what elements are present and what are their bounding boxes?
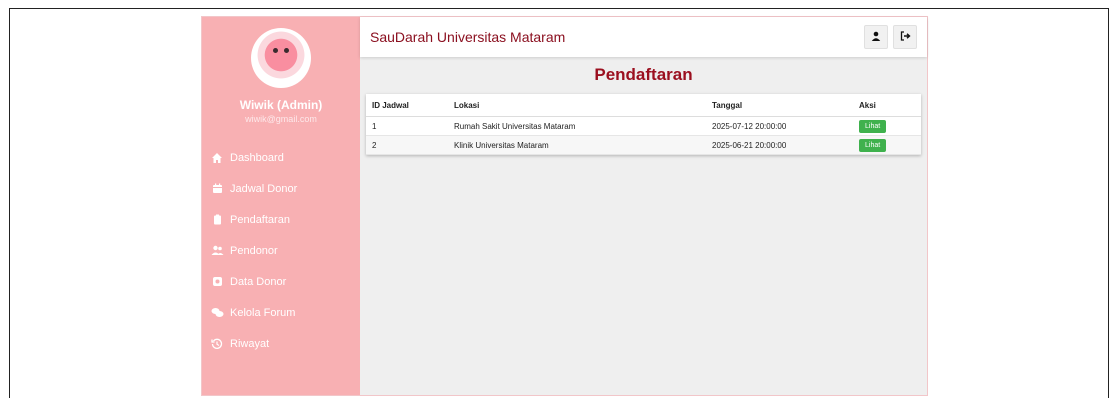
sidebar-item-label: Dashboard	[230, 151, 284, 164]
history-icon	[210, 337, 224, 351]
sidebar-item-data-donor[interactable]: Data Donor	[202, 266, 360, 297]
app-title: SauDarah Universitas Mataram	[370, 29, 566, 45]
home-icon	[210, 151, 224, 165]
col-header-tanggal: Tanggal	[706, 94, 853, 117]
col-header-lokasi: Lokasi	[448, 94, 706, 117]
cell-tanggal: 2025-07-12 20:00:00	[706, 116, 853, 136]
content: Pendaftaran ID Jadwal Lokasi Tanggal Aks…	[360, 57, 927, 155]
table-header-row: ID Jadwal Lokasi Tanggal Aksi	[366, 94, 921, 117]
main-area: SauDarah Universitas Mataram Pendaftaran…	[360, 17, 927, 395]
lihat-button[interactable]: Lihat	[859, 138, 887, 152]
database-icon	[210, 275, 224, 289]
sidebar-item-pendaftaran[interactable]: Pendaftaran	[202, 204, 360, 235]
cell-lokasi: Rumah Sakit Universitas Mataram	[448, 116, 706, 136]
sidebar-item-pendonor[interactable]: Pendonor	[202, 235, 360, 266]
lihat-button[interactable]: Lihat	[859, 119, 887, 133]
topbar: SauDarah Universitas Mataram	[360, 17, 927, 57]
user-name: Wiwik (Admin)	[239, 98, 323, 112]
calendar-icon	[210, 182, 224, 196]
schedule-table: ID Jadwal Lokasi Tanggal Aksi 1 Rumah Sa…	[366, 94, 921, 155]
logout-icon	[900, 28, 911, 46]
app-window: Wiwik (Admin) wiwik@gmail.com Dashboard …	[201, 16, 928, 396]
avatar	[251, 28, 311, 88]
sidebar-item-label: Pendonor	[230, 244, 278, 257]
cell-lokasi: Klinik Universitas Mataram	[448, 135, 706, 155]
col-header-id: ID Jadwal	[366, 94, 448, 117]
sidebar: Wiwik (Admin) wiwik@gmail.com Dashboard …	[202, 17, 360, 395]
sidebar-item-kelola-forum[interactable]: Kelola Forum	[202, 297, 360, 328]
profile-button[interactable]	[864, 25, 888, 49]
cell-aksi: Lihat	[853, 135, 921, 155]
forum-icon	[210, 306, 224, 320]
col-header-aksi: Aksi	[853, 94, 921, 117]
sidebar-item-dashboard[interactable]: Dashboard	[202, 142, 360, 173]
table-row: 1 Rumah Sakit Universitas Mataram 2025-0…	[366, 116, 921, 136]
sidebar-item-label: Kelola Forum	[230, 306, 296, 319]
clipboard-icon	[210, 213, 224, 227]
sidebar-item-label: Riwayat	[230, 337, 270, 350]
logout-button[interactable]	[893, 25, 917, 49]
sidebar-nav: Dashboard Jadwal Donor Pendaftaran Pendo…	[202, 142, 360, 359]
sidebar-item-label: Jadwal Donor	[230, 182, 298, 195]
sidebar-item-label: Pendaftaran	[230, 213, 290, 226]
cell-id: 1	[366, 116, 448, 136]
sidebar-item-jadwal-donor[interactable]: Jadwal Donor	[202, 173, 360, 204]
users-icon	[210, 244, 224, 258]
user-email: wiwik@gmail.com	[245, 114, 317, 124]
cell-id: 2	[366, 135, 448, 155]
schedule-table-card: ID Jadwal Lokasi Tanggal Aksi 1 Rumah Sa…	[366, 94, 921, 155]
table-row: 2 Klinik Universitas Mataram 2025-06-21 …	[366, 135, 921, 155]
user-icon	[871, 28, 881, 46]
cell-aksi: Lihat	[853, 116, 921, 136]
cell-tanggal: 2025-06-21 20:00:00	[706, 135, 853, 155]
page-title: Pendaftaran	[594, 65, 693, 84]
sidebar-item-riwayat[interactable]: Riwayat	[202, 328, 360, 359]
sidebar-item-label: Data Donor	[230, 275, 287, 288]
